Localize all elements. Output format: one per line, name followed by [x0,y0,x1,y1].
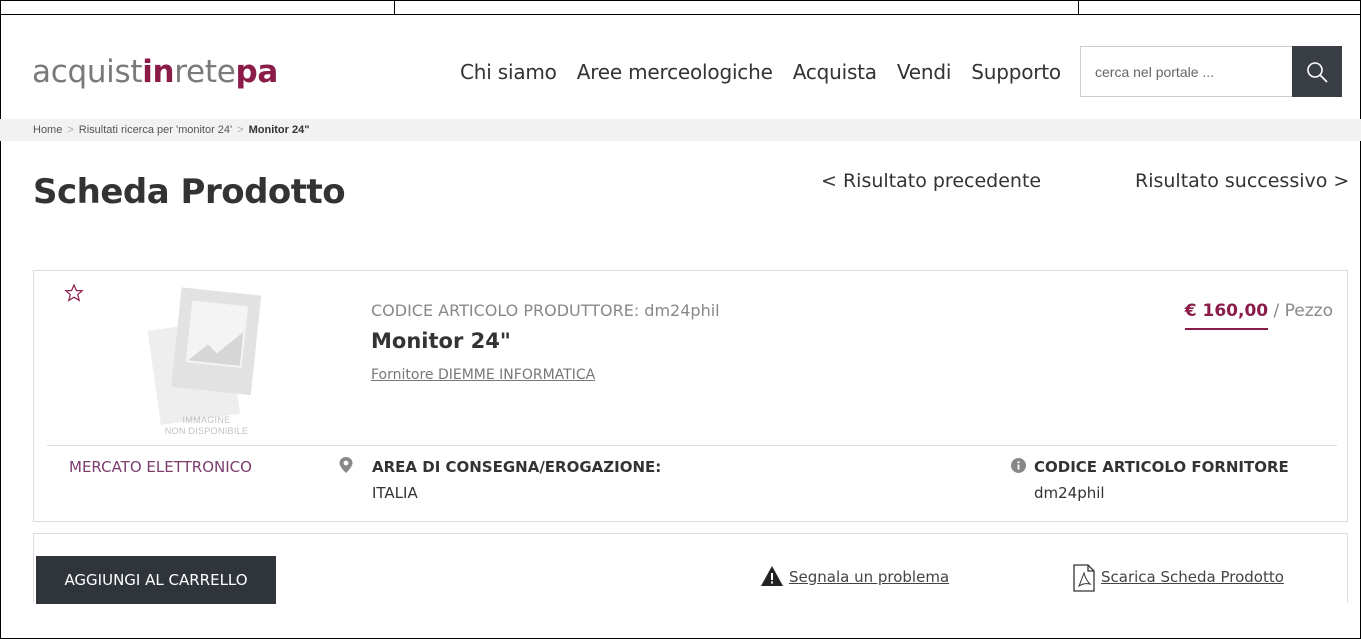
logo-text-part3: rete [174,54,236,90]
page-title: Scheda Prodotto [33,172,346,212]
supplier-code-label: CODICE ARTICOLO FORNITORE [1034,458,1289,476]
breadcrumb-home[interactable]: Home [33,124,62,136]
document-cell-divider [1078,0,1079,15]
breadcrumb-results[interactable]: Risultati ricerca per 'monitor 24' [79,124,232,136]
image-placeholder-icon [147,287,262,425]
previous-result-link[interactable]: < Risultato precedente [821,170,1041,192]
site-logo[interactable]: acquistinretepa [32,54,278,90]
nav-item-supporto[interactable]: Supporto [971,60,1061,84]
breadcrumb-separator: > [67,124,74,136]
market-label: MERCATO ELETTRONICO [69,458,252,476]
delivery-area-label: AREA DI CONSEGNA/EROGAZIONE: [372,458,662,476]
image-placeholder-text: IMMAGINE NON DISPONIBILE [134,415,279,437]
image-placeholder-line1: IMMAGINE [182,415,231,425]
product-card: IMMAGINE NON DISPONIBILE CODICE ARTICOLO… [33,270,1348,522]
supplier-code-value: dm24phil [1034,484,1105,502]
card-divider [47,445,1337,446]
add-to-cart-button[interactable]: AGGIUNGI AL CARRELLO [36,556,276,604]
nav-item-acquista[interactable]: Acquista [793,60,877,84]
nav-item-aree-merceologiche[interactable]: Aree merceologiche [577,60,773,84]
logo-text-part1: acquist [32,54,143,90]
search-icon [1307,61,1328,83]
report-problem-link[interactable]: Segnala un problema [789,568,949,586]
product-price: € 160,00 / Pezzo [1184,301,1334,330]
next-result-link[interactable]: Risultato successivo > [1135,170,1349,192]
image-placeholder-line2: NON DISPONIBILE [164,426,249,436]
product-name: Monitor 24" [371,329,511,353]
document-top-row [0,0,1361,15]
download-product-sheet-link[interactable]: Scarica Scheda Prodotto [1101,568,1284,586]
delivery-area-value: ITALIA [372,484,418,502]
breadcrumb-separator: > [237,124,244,136]
logo-text-part4: pa [235,54,278,90]
price-unit: / Pezzo [1268,301,1334,321]
nav-item-chi-siamo[interactable]: Chi siamo [460,60,557,84]
price-amount: € 160,00 [1184,301,1269,330]
pdf-icon [1073,564,1095,592]
breadcrumb: Home > Risultati ricerca per 'monitor 24' >… [0,119,1361,141]
document-cell-divider [394,0,395,15]
actions-bar: AGGIUNGI AL CARRELLO Segnala un problema… [33,533,1348,604]
supplier-link[interactable]: Fornitore DIEMME INFORMATICA [371,367,595,383]
breadcrumb-current: Monitor 24" [248,124,310,136]
search-button[interactable] [1292,46,1342,97]
info-icon [1011,458,1026,473]
site-header: acquistinretepa Chi siamo Aree merceolog… [0,16,1361,119]
search-input[interactable] [1080,46,1292,97]
nav-item-vendi[interactable]: Vendi [897,60,952,84]
main-nav: Chi siamo Aree merceologiche Acquista Ve… [460,60,1081,84]
logo-text-part2: in [142,54,175,90]
warning-icon [761,566,783,586]
location-pin-icon [339,457,353,473]
manufacturer-code: CODICE ARTICOLO PRODUTTORE: dm24phil [371,301,720,320]
search-box [1080,46,1342,97]
favorite-star-icon[interactable] [64,283,84,303]
